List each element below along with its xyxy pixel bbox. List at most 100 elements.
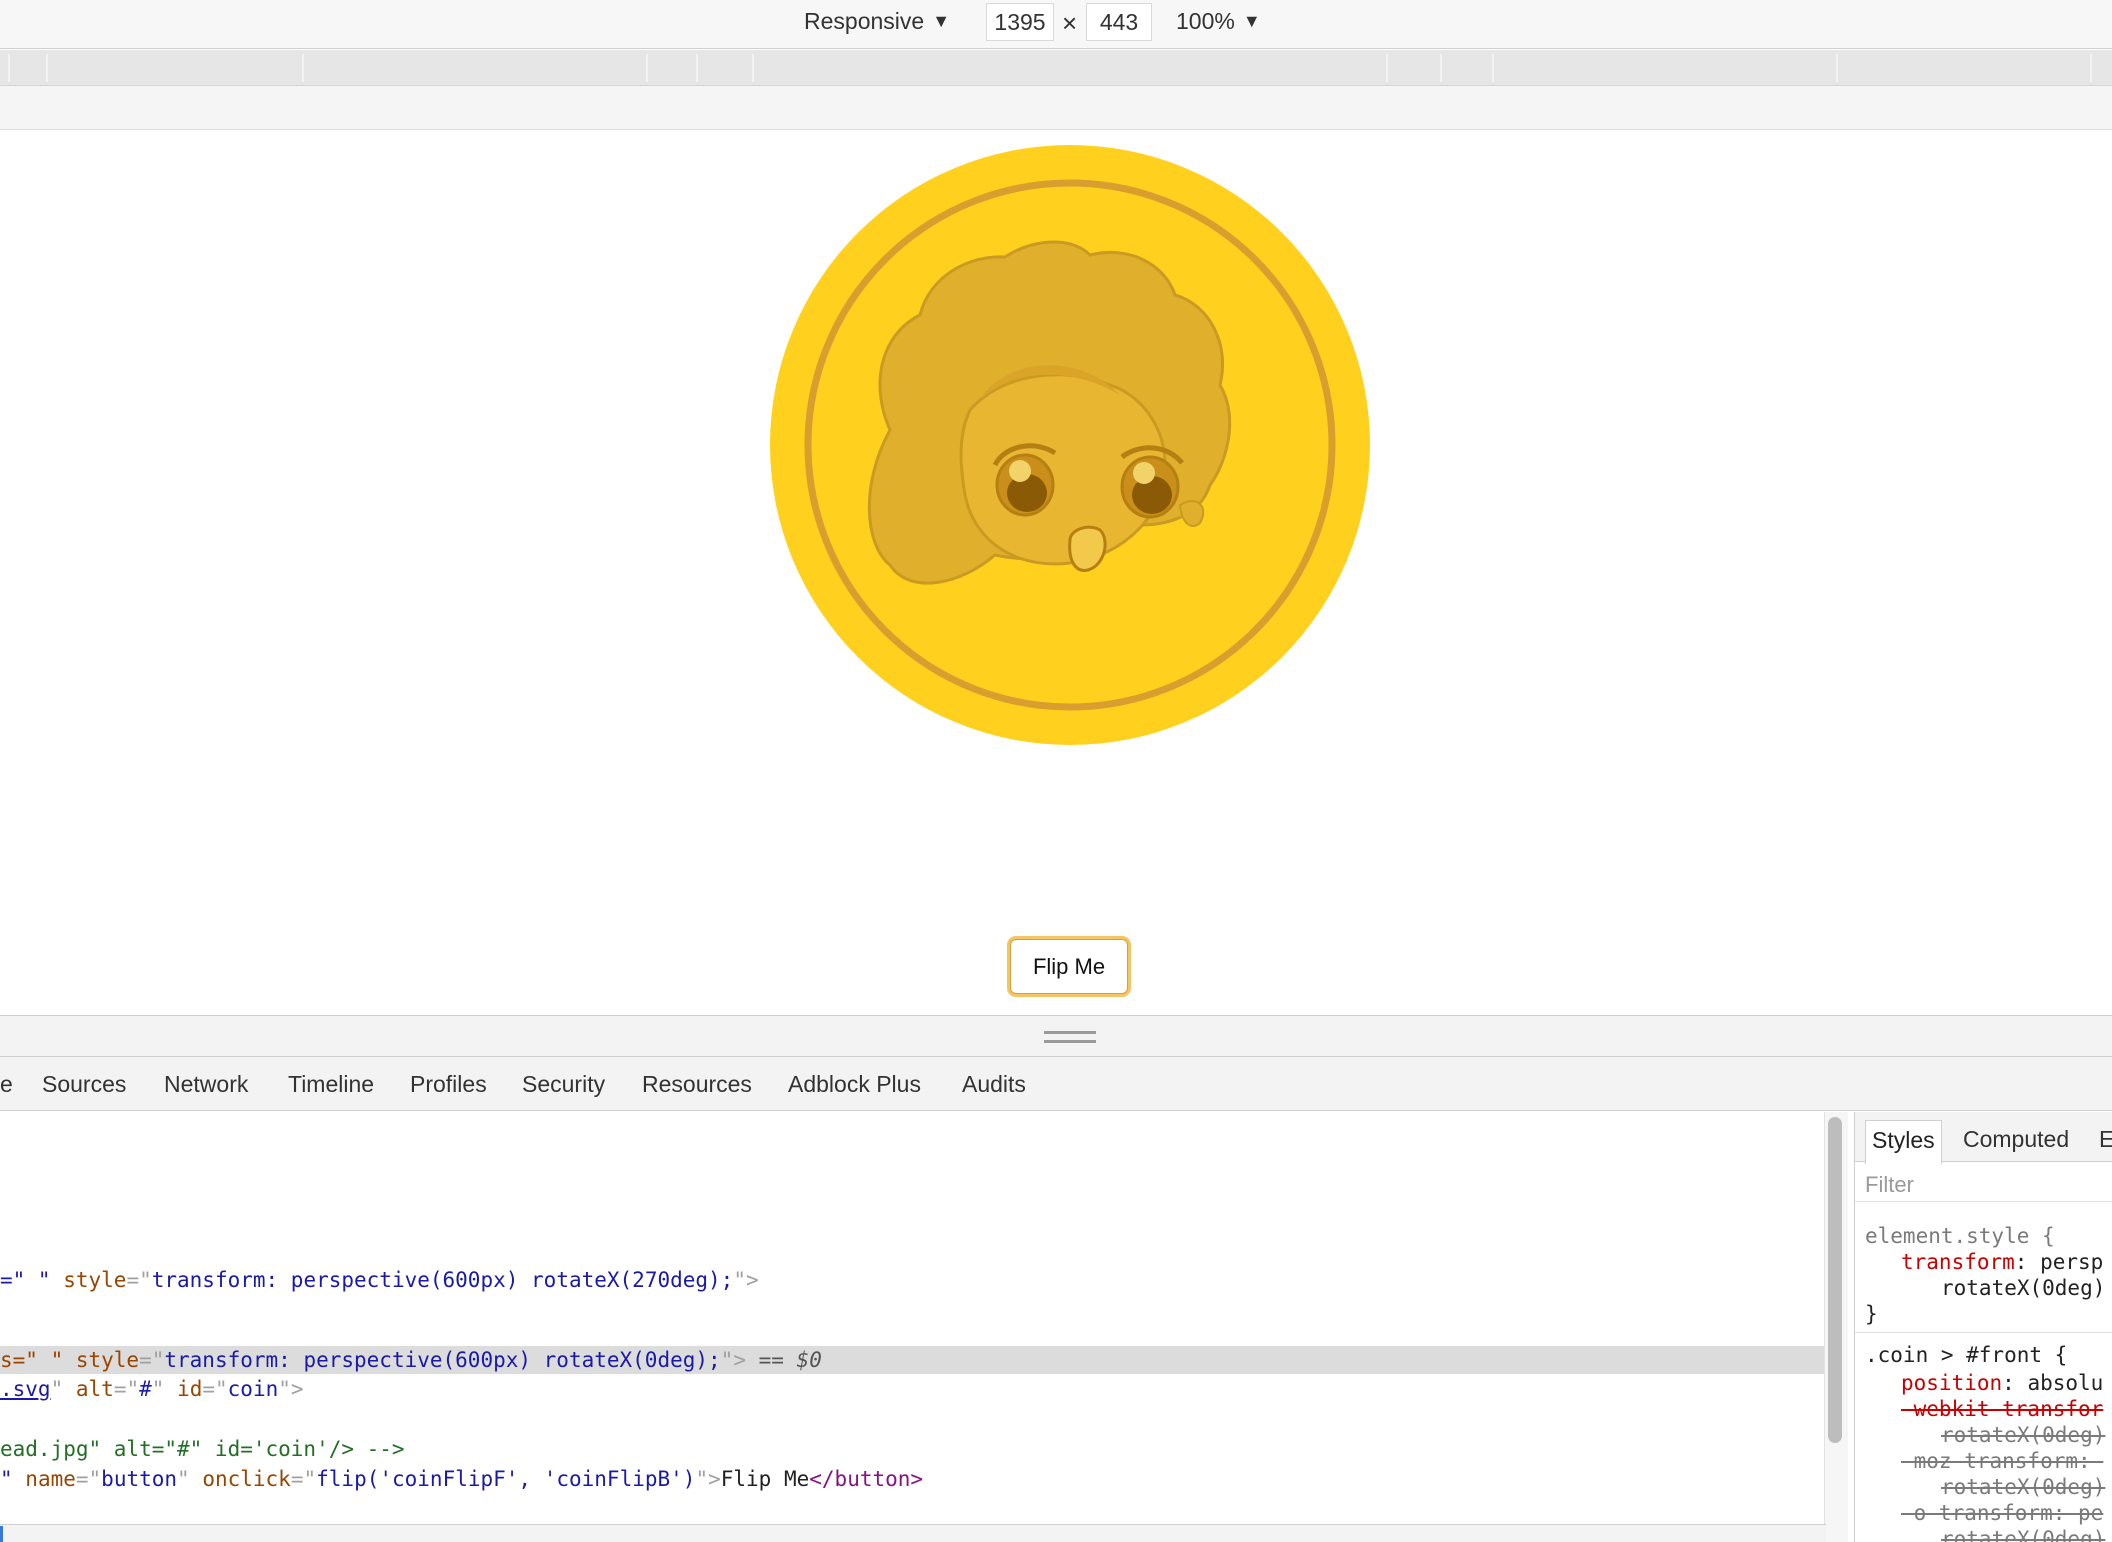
- devtools-tab-bar: e Sources Network Timeline Profiles Secu…: [0, 1057, 2112, 1111]
- rule-selector[interactable]: .coin > #front {: [1865, 1342, 2067, 1368]
- media-query-segment[interactable]: [752, 54, 754, 82]
- style-property[interactable]: transform: persp: [1901, 1249, 2103, 1275]
- zoom-select[interactable]: 100% ▼: [1176, 8, 1261, 35]
- property-name: -moz-transform:: [1901, 1449, 2104, 1473]
- viewport-height-input[interactable]: 443: [1086, 3, 1152, 41]
- attr-value: button: [101, 1467, 178, 1491]
- closing-tag-open: </: [809, 1467, 835, 1491]
- node-text: Flip Me: [720, 1467, 810, 1491]
- media-query-segment[interactable]: [646, 54, 648, 82]
- media-query-segment[interactable]: [696, 54, 698, 82]
- page-viewport: Flip Me: [0, 131, 2112, 1015]
- style-property-overridden[interactable]: -webkit-transfor: [1901, 1396, 2103, 1422]
- property-value: rotateX(0deg): [1941, 1423, 2106, 1447]
- drag-handle-icon[interactable]: [1044, 1031, 1096, 1043]
- dom-node-button[interactable]: " name="button" onclick="flip('coinFlipF…: [0, 1465, 923, 1493]
- coin-image: [770, 145, 1370, 745]
- media-query-segment[interactable]: [1492, 54, 1494, 82]
- tag-close: ">: [695, 1467, 721, 1491]
- property-value: rotateX(0deg): [1941, 1527, 2106, 1542]
- rule-close: }: [1865, 1302, 1878, 1326]
- closing-tag-name: button: [834, 1467, 911, 1491]
- attr-eq: =": [202, 1377, 228, 1401]
- attr-name: id: [177, 1377, 203, 1401]
- attr-name: onclick: [202, 1467, 291, 1491]
- tab-computed[interactable]: Computed: [1963, 1126, 2069, 1153]
- tab-resources[interactable]: Resources: [642, 1071, 752, 1098]
- device-caret-icon: ▼: [932, 11, 951, 31]
- rule-selector[interactable]: element.style {: [1865, 1223, 2055, 1249]
- times-icon: ×: [1062, 8, 1078, 38]
- attr-value: flip('coinFlipF', 'coinFlipB'): [316, 1467, 696, 1491]
- style-value-continued: rotateX(0deg): [1941, 1526, 2105, 1542]
- tab-timeline[interactable]: Timeline: [288, 1071, 374, 1098]
- src-link[interactable]: .svg: [0, 1377, 51, 1401]
- tab-audits[interactable]: Audits: [962, 1071, 1026, 1098]
- elements-scrollbar[interactable]: [1828, 1117, 1842, 1443]
- attr-eq: =": [113, 1377, 140, 1401]
- tab-network[interactable]: Network: [164, 1071, 248, 1098]
- closing-tag-end: >: [910, 1467, 924, 1491]
- style-property-overridden[interactable]: -o-transform: pe: [1901, 1500, 2103, 1526]
- attr-name: alt: [75, 1377, 114, 1401]
- tab-adblock-plus[interactable]: Adblock Plus: [788, 1071, 921, 1098]
- ruler: [0, 86, 2112, 130]
- property-name: -o-transform: pe: [1901, 1501, 2104, 1525]
- style-value-continued: rotateX(0deg): [1941, 1422, 2105, 1448]
- selected-marker: ==: [745, 1348, 797, 1372]
- styles-filter-input[interactable]: Filter: [1855, 1162, 2112, 1202]
- attr-value: coin: [227, 1377, 279, 1401]
- media-query-segment[interactable]: [2090, 54, 2092, 82]
- tab-console[interactable]: e: [0, 1071, 13, 1098]
- property-value: rotateX(0deg): [1941, 1475, 2106, 1499]
- devtools-splitter[interactable]: [0, 1015, 2112, 1057]
- dom-node-back[interactable]: =" " style="transform: perspective(600px…: [0, 1266, 759, 1294]
- zoom-caret-icon: ▼: [1242, 11, 1261, 31]
- breadcrumb-caret: [0, 1526, 3, 1542]
- media-query-segment[interactable]: [1836, 54, 1838, 82]
- flip-me-button[interactable]: Flip Me: [1010, 939, 1128, 994]
- sidebar-tabs: Styles Computed E: [1855, 1112, 2112, 1164]
- tab-sources[interactable]: Sources: [42, 1071, 126, 1098]
- device-toolbar: Responsive ▼ 1395 × 443 100% ▼: [0, 0, 2112, 49]
- property-value: : absolu: [2002, 1371, 2104, 1395]
- attr-eq: =": [126, 1268, 152, 1292]
- attr-fragment: s=" ": [0, 1348, 76, 1372]
- styles-sidebar: Styles Computed E Filter element.style {…: [1854, 1112, 2112, 1542]
- property-value: : persp: [2014, 1250, 2104, 1274]
- rule-divider: [1855, 1332, 2112, 1333]
- attr-eq: =": [290, 1467, 317, 1491]
- property-name: transform: [1901, 1250, 2015, 1274]
- dom-node-img[interactable]: .svg" alt="#" id="coin">: [0, 1375, 304, 1403]
- tab-profiles[interactable]: Profiles: [410, 1071, 487, 1098]
- attr-name: name: [25, 1467, 76, 1491]
- style-property[interactable]: position: absolu: [1901, 1370, 2103, 1396]
- style-value-continued: rotateX(0deg): [1941, 1474, 2105, 1500]
- media-query-segment[interactable]: [302, 54, 304, 82]
- attr-name: style: [75, 1348, 140, 1372]
- media-query-segment[interactable]: [1386, 54, 1388, 82]
- media-query-segment[interactable]: [46, 54, 48, 82]
- console-ref: $0: [796, 1348, 822, 1372]
- property-name: position: [1901, 1371, 2003, 1395]
- comment-text: ead.jpg" alt="#" id='coin'/> -->: [0, 1437, 405, 1461]
- elements-tree: =" " style="transform: perspective(600px…: [0, 1112, 1826, 1542]
- tag-close: ">: [733, 1268, 759, 1292]
- media-query-segment[interactable]: [8, 54, 10, 82]
- tab-event-listeners[interactable]: E: [2099, 1126, 2112, 1153]
- dom-comment[interactable]: ead.jpg" alt="#" id='coin'/> -->: [0, 1435, 405, 1463]
- dom-node-front-selected[interactable]: s=" " style="transform: perspective(600p…: [0, 1346, 1826, 1374]
- attr-value: transform: perspective(600px) rotateX(0d…: [164, 1348, 721, 1372]
- tag-close: ">: [720, 1348, 746, 1372]
- device-select[interactable]: Responsive ▼: [804, 8, 950, 35]
- attr-eq: =": [75, 1467, 102, 1491]
- viewport-width-input[interactable]: 1395: [986, 3, 1054, 41]
- style-value-continued: rotateX(0deg): [1941, 1276, 2106, 1300]
- style-property-overridden[interactable]: -moz-transform:: [1901, 1448, 2103, 1474]
- attr-value: #: [139, 1377, 152, 1401]
- tab-security[interactable]: Security: [522, 1071, 605, 1098]
- tab-styles[interactable]: Styles: [1865, 1120, 1942, 1164]
- attr-name: style: [63, 1268, 127, 1292]
- zoom-label: 100%: [1176, 8, 1235, 34]
- media-query-segment[interactable]: [1440, 54, 1442, 82]
